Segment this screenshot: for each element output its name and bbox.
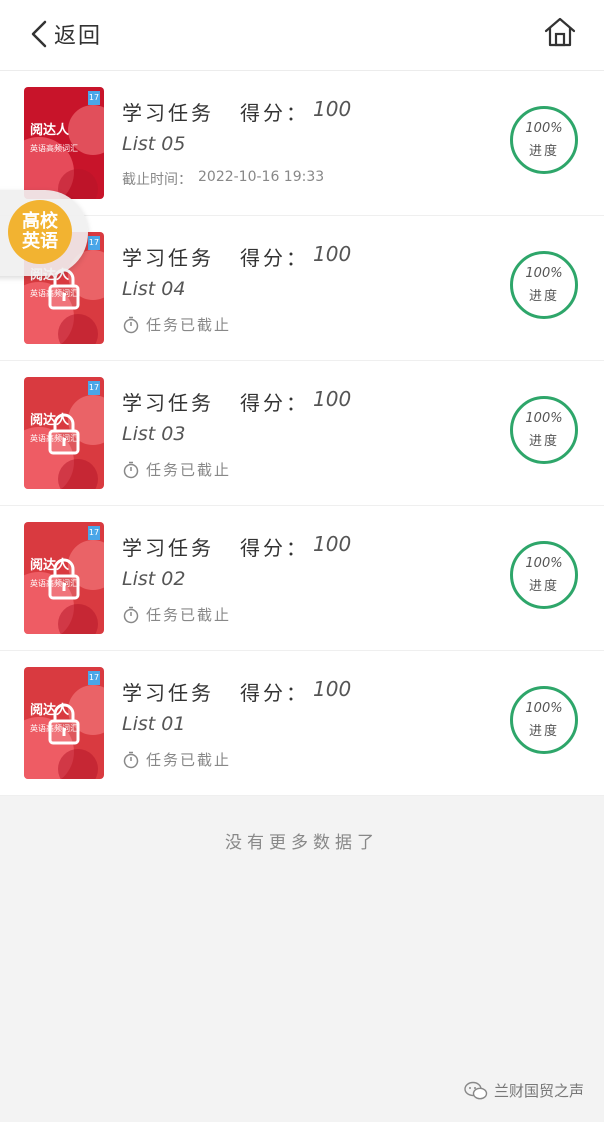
- floating-badge[interactable]: 高校 英语: [0, 190, 88, 276]
- progress-percent: 100%: [525, 556, 563, 571]
- lock-icon: [48, 703, 80, 745]
- book-cover: 17 阅达人 英语高频词汇: [24, 667, 104, 779]
- progress-ring: 100% 进度: [510, 396, 578, 464]
- task-score: 得分： 100: [240, 532, 351, 561]
- task-status: 任务已截止: [122, 749, 231, 770]
- chevron-left-icon: [31, 20, 47, 48]
- back-label: 返回: [54, 24, 103, 49]
- list-name: List 04: [122, 278, 186, 300]
- progress-ring: 100% 进度: [510, 251, 578, 319]
- progress-percent: 100%: [525, 266, 563, 281]
- score-label: 得分：: [240, 536, 309, 560]
- progress-label: 进度: [528, 724, 559, 739]
- cover-tag: 17: [88, 381, 100, 395]
- cover-tag: 17: [88, 526, 100, 540]
- deadline: 截止时间： 2022-10-16 19:33: [122, 169, 324, 189]
- no-more-data-text: 没有更多数据了: [225, 833, 379, 853]
- score-label: 得分：: [240, 391, 309, 415]
- badge-line2: 英语: [22, 231, 58, 252]
- task-status: 任务已截止: [122, 604, 231, 625]
- cover-subtitle: 英语高频词汇: [30, 144, 78, 153]
- cover-brand: 阅达人: [30, 123, 70, 138]
- list-name: List 02: [122, 568, 186, 590]
- progress-ring: 100% 进度: [510, 106, 578, 174]
- cover-tag: 17: [88, 671, 100, 685]
- score-value: 100: [313, 97, 352, 121]
- status-text: 任务已截止: [146, 606, 232, 624]
- status-text: 任务已截止: [146, 751, 232, 769]
- lock-icon: [48, 558, 80, 600]
- progress-ring: 100% 进度: [510, 541, 578, 609]
- deadline-label: 截止时间：: [122, 172, 192, 188]
- status-text: 任务已截止: [146, 461, 232, 479]
- list-name: List 01: [122, 713, 186, 735]
- list-name: List 05: [122, 133, 186, 155]
- book-cover: 17 阅达人 英语高频词汇: [24, 87, 104, 199]
- progress-label: 进度: [528, 434, 559, 449]
- score-value: 100: [313, 242, 352, 266]
- badge-line1: 高校: [22, 211, 58, 232]
- progress-label: 进度: [528, 289, 559, 304]
- task-status: 任务已截止: [122, 459, 231, 480]
- book-cover: 17 阅达人 英语高频词汇: [24, 522, 104, 634]
- task-title: 学习任务: [122, 101, 214, 125]
- status-text: 任务已截止: [146, 316, 232, 334]
- task-status: 任务已截止: [122, 314, 231, 335]
- task-title: 学习任务: [122, 391, 214, 415]
- progress-percent: 100%: [525, 701, 563, 716]
- progress-label: 进度: [528, 144, 559, 159]
- task-item[interactable]: 17 阅达人 英语高频词汇 学习任务 得分： 100 List 04 任务已截止…: [0, 216, 604, 361]
- watermark: 兰财国贸之声: [464, 1080, 584, 1101]
- progress-percent: 100%: [525, 121, 563, 136]
- back-button[interactable]: 返回: [28, 16, 102, 52]
- task-score: 得分： 100: [240, 97, 351, 126]
- score-value: 100: [313, 387, 352, 411]
- progress-label: 进度: [528, 579, 559, 594]
- score-label: 得分：: [240, 681, 309, 705]
- list-name: List 03: [122, 423, 186, 445]
- task-score: 得分： 100: [240, 242, 351, 271]
- score-label: 得分：: [240, 246, 309, 270]
- wechat-icon: [464, 1081, 488, 1099]
- stopwatch-icon: [123, 461, 139, 478]
- task-score: 得分： 100: [240, 387, 351, 416]
- badge-circle: 高校 英语: [8, 200, 72, 264]
- progress-percent: 100%: [525, 411, 563, 426]
- task-item[interactable]: 17 阅达人 英语高频词汇 学习任务 得分： 100 List 01 任务已截止…: [0, 651, 604, 796]
- top-bar: 返回: [0, 0, 604, 71]
- stopwatch-icon: [123, 316, 139, 333]
- watermark-text: 兰财国贸之声: [493, 1082, 584, 1100]
- task-title: 学习任务: [122, 246, 214, 270]
- task-score: 得分： 100: [240, 677, 351, 706]
- score-value: 100: [313, 532, 352, 556]
- task-title: 学习任务: [122, 536, 214, 560]
- score-value: 100: [313, 677, 352, 701]
- task-item[interactable]: 17 阅达人 英语高频词汇 学习任务 得分： 100 List 05 截止时间：…: [0, 71, 604, 216]
- stopwatch-icon: [123, 751, 139, 768]
- score-label: 得分：: [240, 101, 309, 125]
- deadline-value: 2022-10-16 19:33: [198, 169, 325, 185]
- progress-ring: 100% 进度: [510, 686, 578, 754]
- task-title: 学习任务: [122, 681, 214, 705]
- cover-tag: 17: [88, 91, 100, 105]
- task-item[interactable]: 17 阅达人 英语高频词汇 学习任务 得分： 100 List 02 任务已截止…: [0, 506, 604, 651]
- task-list: 17 阅达人 英语高频词汇 学习任务 得分： 100 List 05 截止时间：…: [0, 71, 604, 796]
- book-cover: 17 阅达人 英语高频词汇: [24, 377, 104, 489]
- cover-tag: 17: [88, 236, 100, 250]
- home-icon[interactable]: [542, 14, 578, 50]
- stopwatch-icon: [123, 606, 139, 623]
- lock-icon: [48, 413, 80, 455]
- task-item[interactable]: 17 阅达人 英语高频词汇 学习任务 得分： 100 List 03 任务已截止…: [0, 361, 604, 506]
